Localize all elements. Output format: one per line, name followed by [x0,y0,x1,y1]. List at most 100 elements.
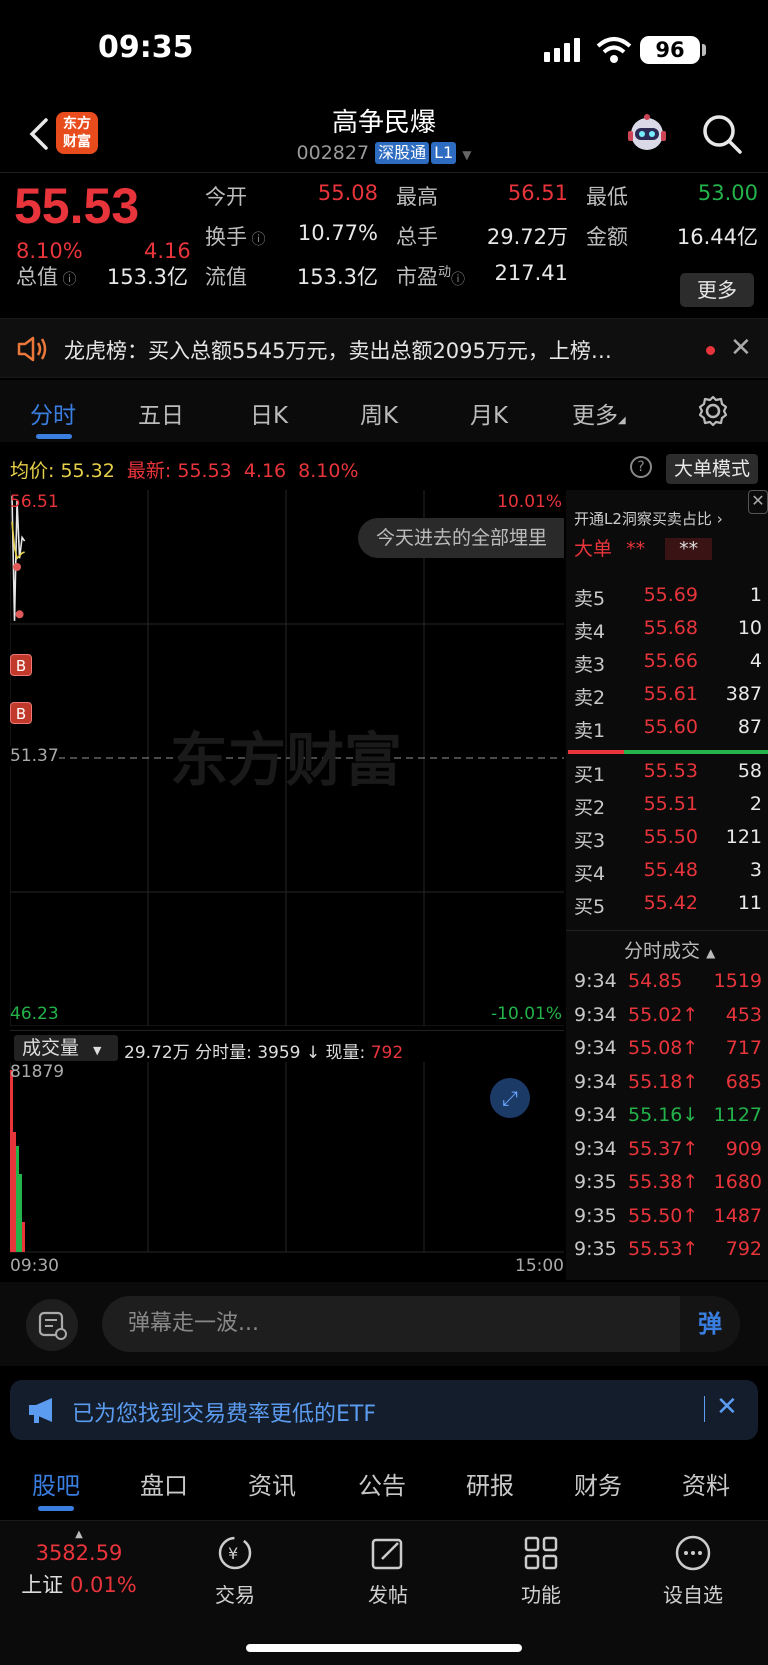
ask-volume: 87 [737,716,762,738]
grid-icon [524,1536,558,1570]
ask-label: 卖5 [574,588,606,610]
buy-marker[interactable]: B [10,702,32,724]
logo-line1: 东方 [63,116,91,132]
trade-row: 9:34 55.18↑ 685 [574,1071,762,1104]
trades-title[interactable]: 分时成交 ▲ [624,936,715,963]
bid-volume: 2 [749,793,762,815]
trade-time: 9:34 [574,970,617,992]
latest-value: 55.53 [177,460,232,482]
settings-gear-icon[interactable] [696,394,730,428]
caret-down-icon: ▼ [462,148,472,162]
robot-assistant-icon[interactable] [624,112,670,158]
trade-price: 55.02↑ [628,1003,699,1026]
period-tabs: 分时 五日 日K 周K 月K 更多◢ [0,380,768,442]
nav-post[interactable]: 发帖 [333,1533,443,1608]
search-icon[interactable] [700,112,744,156]
cur-vol-label: 现量: [325,1043,366,1063]
ask-price: 55.60 [643,716,698,738]
tab-pankou[interactable]: 盘口 [140,1466,188,1501]
volume-chart-svg [9,1062,564,1253]
end-time-label: 15:00 [515,1256,564,1276]
trade-price: 55.38↑ [628,1171,699,1193]
down-arrow-icon: ↓ [305,1043,321,1063]
open-label: 今开 [205,185,247,209]
bid-volume: 58 [737,760,762,782]
bid-volume: 3 [749,859,762,881]
volume-dropdown[interactable]: 成交量 ▼ [14,1035,118,1061]
cur-vol: 792 [370,1043,404,1063]
change-amount: 4.16 [144,239,191,263]
clock: 09:35 [98,30,194,65]
tab-month-k[interactable]: 月K [470,396,508,430]
expand-icon[interactable]: ⤢ [490,1078,530,1118]
danmaku-input[interactable]: 弹幕走一波... [102,1296,740,1352]
close-icon[interactable]: ✕ [748,490,768,514]
signal-icon [544,38,580,62]
megaphone-icon [29,1398,52,1423]
danmaku-list-icon[interactable] [26,1299,78,1351]
tab-research[interactable]: 研报 [466,1466,514,1501]
amount-label: 金额 [586,225,628,249]
ask-row: 卖3 55.66 4 [574,650,762,683]
trade-volume: 1680 [713,1171,762,1193]
tab-week-k[interactable]: 周K [360,396,398,430]
more-dots-icon [675,1535,711,1571]
big-order-row: 大单 ** ** [574,534,713,561]
trade-price: 55.50↑ [628,1204,699,1227]
nav-functions[interactable]: 功能 [486,1533,596,1608]
intraday-chart[interactable]: 东方财富 56.51 10.01% 51.37 46.23 -10.01% B … [9,490,564,1027]
ask-volume: 1 [749,584,762,606]
trade-time: 9:34 [574,1003,617,1026]
ratio-bar-red [568,750,624,754]
volume-chart[interactable]: 81879 ⤢ 09:30 15:00 [9,1062,564,1276]
trade-time: 9:34 [574,1104,617,1126]
watermark: 东方财富 [170,726,402,794]
active-tab-indicator [38,1506,74,1511]
trade-time: 9:34 [574,1137,617,1160]
help-icon[interactable]: ? [630,456,652,478]
index-name: 上证 [21,1573,64,1597]
trade-row: 9:34 55.08↑ 717 [574,1037,762,1070]
big-order-mode-button[interactable]: 大单模式 [666,454,758,484]
tab-intraday[interactable]: 分时 [30,396,76,430]
more-button[interactable]: 更多 [680,273,754,307]
tab-finance[interactable]: 财务 [574,1466,622,1501]
turnover-label: 换手 ⓘ [205,225,266,249]
chart-mid-label: 51.37 [10,746,59,766]
tab-five-day[interactable]: 五日 [138,396,184,430]
tab-news[interactable]: 资讯 [248,1466,296,1501]
l2-promo-link[interactable]: 开通L2洞察买卖占比 › [574,508,723,529]
tab-announcements[interactable]: 公告 [358,1466,406,1501]
index-value: 3582.59 [35,1541,123,1565]
bid-label: 买4 [574,863,606,885]
lhb-banner[interactable]: 龙虎榜：买入总额5545万元，卖出总额2095万元，上榜… ✕ [0,318,768,378]
active-tab-indicator [36,434,72,439]
ask-price: 55.66 [643,650,698,672]
trade-row: 9:34 55.37↑ 909 [574,1138,762,1171]
trade-time: 9:34 [574,1037,617,1059]
tab-more[interactable]: 更多◢ [572,396,626,430]
nav-watchlist[interactable]: 设自选 [638,1533,748,1608]
bid-row: 买4 55.48 3 [574,859,762,892]
etf-banner[interactable]: 已为您找到交易费率更低的ETF ✕ [10,1380,758,1440]
ask-volume: 4 [749,650,762,672]
danmaku-send-button[interactable]: 弹 [680,1296,740,1352]
close-icon[interactable]: ✕ [716,1392,738,1422]
big-label: 大单 [574,538,613,560]
close-icon[interactable]: ✕ [730,333,752,363]
trade-point [15,610,24,619]
caret-up-icon: ▲ [75,1529,83,1540]
trade-volume: 1487 [713,1204,762,1227]
chart-min-pct: -10.01% [491,1004,562,1024]
trade-volume: 717 [725,1037,762,1059]
index-ticker[interactable]: ▲ 3582.59 上证 0.01% [14,1529,144,1599]
trade-volume: 685 [725,1070,762,1093]
trade-time: 9:35 [574,1171,617,1193]
buy-marker[interactable]: B [10,654,32,676]
chart-max-pct: 10.01% [497,492,562,512]
tab-guba[interactable]: 股吧 [32,1466,80,1501]
stock-code: 002827 [296,142,370,164]
nav-trade[interactable]: ¥ 交易 [180,1533,290,1608]
tab-day-k[interactable]: 日K [250,396,288,430]
tab-profile[interactable]: 资料 [682,1466,730,1501]
